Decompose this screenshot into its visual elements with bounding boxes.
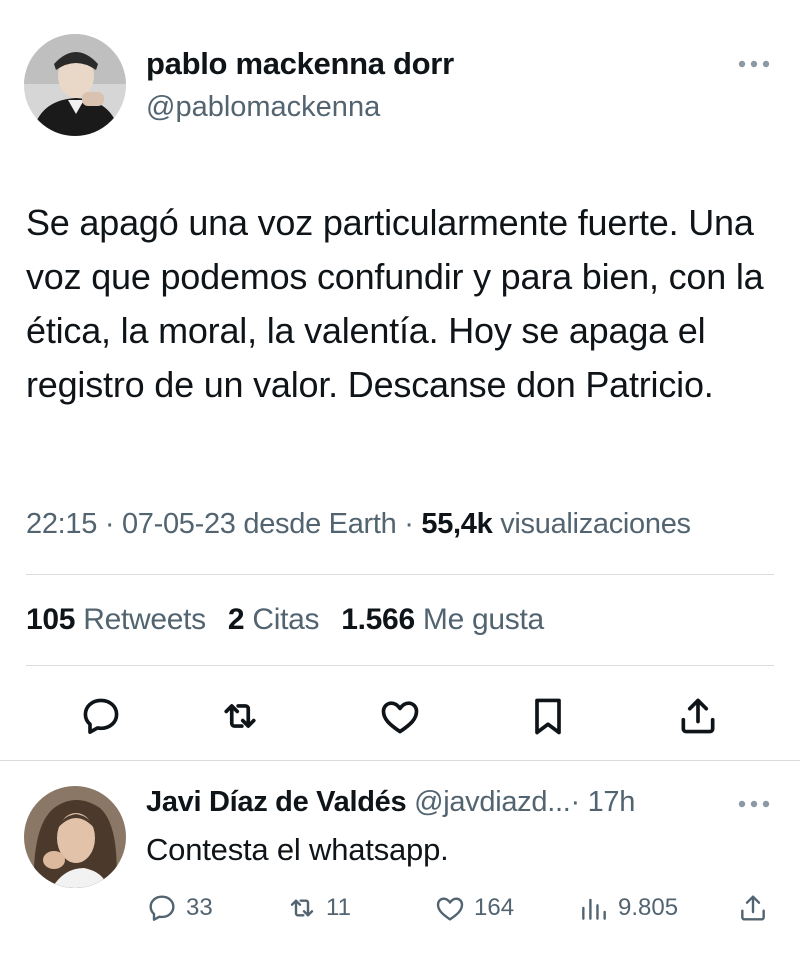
author-name[interactable]: pablo mackenna dorr (146, 46, 454, 82)
like-icon (381, 701, 419, 734)
reply-views-button[interactable]: 9.805 (578, 891, 678, 925)
retweet-icon (224, 704, 256, 728)
reply-icon (83, 698, 119, 734)
bookmark-icon (535, 698, 561, 735)
author-avatar[interactable] (24, 34, 126, 136)
like-button[interactable] (378, 694, 422, 738)
reply-like-button[interactable]: 164 (434, 891, 514, 925)
reply-author-handle[interactable]: @javdiazd... (414, 786, 571, 818)
reply-retweet-button[interactable]: 11 (286, 891, 351, 925)
retweets-stat[interactable]: 105 Retweets (26, 603, 206, 636)
reply-more-options-icon[interactable] (736, 792, 772, 816)
reply-likes-count: 164 (474, 894, 515, 921)
reply-time[interactable]: · 17h (570, 786, 635, 818)
like-icon (436, 897, 464, 921)
reply-author-avatar[interactable] (24, 786, 126, 888)
retweet-button[interactable] (218, 694, 262, 738)
divider (0, 760, 800, 761)
tweet-text: Se apagó una voz particularmente fuerte.… (26, 202, 764, 405)
views-label: visualizaciones (500, 508, 691, 540)
divider (26, 665, 774, 666)
reply-author-name[interactable]: Javi Díaz de Valdés (146, 786, 407, 818)
share-icon (741, 895, 765, 921)
reply-replies-count: 33 (186, 894, 213, 921)
author-handle[interactable]: @pablomackenna (146, 91, 380, 124)
quotes-count: 2 (227, 603, 245, 636)
tweet-timestamp[interactable]: 22:15 · 07-05-23 desde Earth · (26, 508, 414, 540)
likes-label: Me gusta (422, 603, 544, 636)
quotes-label: Citas (252, 603, 320, 636)
likes-count: 1.566 (341, 603, 415, 636)
reply-button[interactable] (79, 694, 123, 738)
reply-icon (149, 895, 175, 921)
reply-header: Javi Díaz de Valdés @javdiazd...· 17h (146, 786, 635, 819)
reply-views-count: 9.805 (618, 894, 679, 921)
bookmark-button[interactable] (526, 694, 570, 738)
more-options-icon[interactable] (736, 52, 772, 76)
quotes-stat[interactable]: 2 Citas (227, 603, 320, 636)
reply-retweets-count: 11 (326, 894, 351, 921)
share-icon (681, 698, 715, 734)
retweets-label: Retweets (83, 603, 206, 636)
divider (26, 574, 774, 575)
retweet-icon (290, 899, 314, 917)
tweet-stats: 105 Retweets 2 Citas 1.566 Me gusta (26, 603, 544, 637)
likes-stat[interactable]: 1.566 Me gusta (341, 603, 544, 636)
views-count: 55,4k (421, 508, 493, 540)
reply-share-button[interactable] (737, 891, 777, 925)
reply-reply-button[interactable]: 33 (146, 891, 213, 925)
reply-text: Contesta el whatsapp. (146, 832, 449, 867)
retweets-count: 105 (26, 603, 76, 636)
views-icon (582, 898, 606, 920)
tweet-meta: 22:15 · 07-05-23 desde Earth · 55,4k vis… (26, 508, 691, 541)
share-button[interactable] (676, 694, 720, 738)
